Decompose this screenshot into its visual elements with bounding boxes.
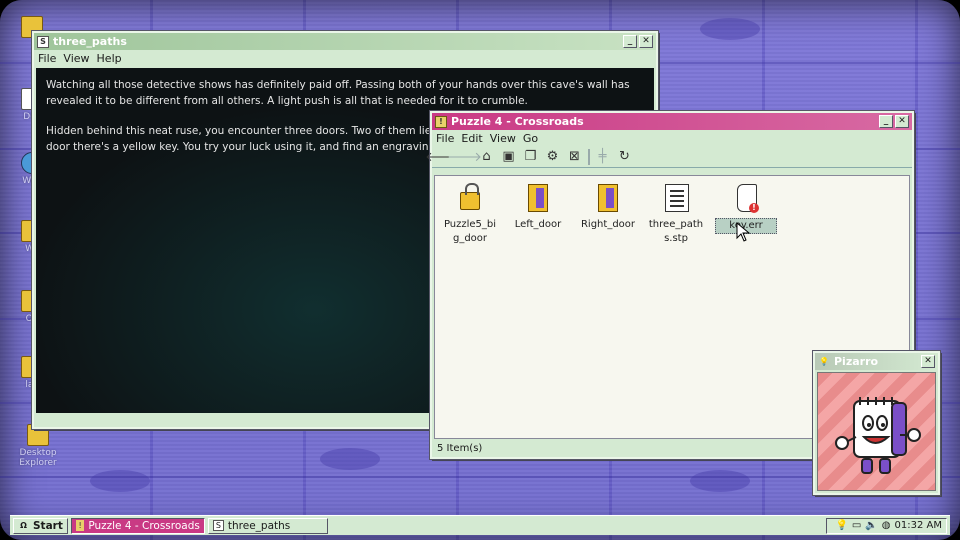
up-folder-icon[interactable]: ⌂	[478, 148, 495, 165]
menu-view[interactable]: View	[63, 52, 89, 65]
task-label: three_paths	[227, 519, 291, 532]
close-button[interactable]: ✕	[639, 35, 653, 48]
desktop: Doc Web Wa Op lay Desktop Explorer S thr…	[0, 0, 960, 540]
window-title: Pizarro	[834, 355, 879, 368]
pizarro-assistant-window[interactable]: 💡 Pizarro ✕	[812, 350, 941, 496]
story-paragraph: Watching all those detective shows has d…	[46, 79, 630, 107]
notepad-icon: S	[37, 35, 49, 48]
delete-icon[interactable]: ⊠	[566, 148, 583, 165]
window-title: Puzzle 4 - Crossroads	[451, 115, 584, 128]
notepad-mascot-icon	[835, 397, 921, 474]
file-name: Puzzle5_big_door	[443, 219, 497, 244]
desktop-icon-explorer[interactable]: Desktop Explorer	[10, 424, 66, 468]
file-name: three_paths.stp	[648, 219, 704, 244]
close-button[interactable]: ✕	[895, 115, 909, 128]
volume-icon[interactable]: 🔈	[865, 520, 877, 531]
notepad-icon: S	[212, 520, 224, 531]
refresh-icon[interactable]: ↻	[616, 148, 633, 165]
pizarro-character[interactable]	[817, 372, 936, 491]
file-name: Right_door	[580, 219, 636, 230]
file-item[interactable]: Right_door	[577, 182, 639, 232]
start-label: Start	[33, 519, 63, 532]
menu-go[interactable]: Go	[523, 132, 538, 145]
start-button[interactable]: Ω Start	[13, 517, 68, 534]
window-title: three_paths	[53, 35, 127, 48]
puzzle-folder-icon: !	[435, 115, 447, 128]
cut-icon[interactable]: ▣	[500, 148, 517, 165]
file-name: Left_door	[514, 219, 562, 230]
close-button[interactable]: ✕	[921, 355, 935, 368]
settings-icon[interactable]: ⚙	[544, 148, 561, 165]
display-icon[interactable]: ▭	[852, 520, 861, 531]
file-item[interactable]: Puzzle5_big_door	[439, 182, 501, 246]
mouse-cursor-icon	[736, 222, 751, 242]
menu-help[interactable]: Help	[97, 52, 122, 65]
clock: 01:32 AM	[894, 520, 942, 531]
lightbulb-icon[interactable]: 💡	[835, 520, 847, 531]
explorer-titlebar[interactable]: ! Puzzle 4 - Crossroads _ ✕	[432, 113, 912, 130]
error-file-icon	[732, 182, 760, 214]
task-label: Puzzle 4 - Crossroads	[88, 519, 200, 532]
properties-icon[interactable]: ╪	[594, 148, 611, 165]
minimize-button[interactable]: _	[879, 115, 893, 128]
puzzle-folder-icon: !	[75, 520, 85, 531]
text-window-titlebar[interactable]: S three_paths _ ✕	[34, 33, 656, 50]
pizarro-titlebar[interactable]: 💡 Pizarro ✕	[815, 353, 938, 370]
taskbar-item-three-paths[interactable]: S three_paths	[207, 517, 328, 534]
copy-icon[interactable]: ❐	[522, 148, 539, 165]
menu-file[interactable]: File	[38, 52, 56, 65]
taskbar: Ω Start ! Puzzle 4 - Crossroads S three_…	[10, 515, 950, 535]
network-icon[interactable]: ◍	[882, 520, 891, 531]
taskbar-item-puzzle[interactable]: ! Puzzle 4 - Crossroads	[70, 517, 205, 534]
folder-icon	[594, 182, 622, 214]
file-item[interactable]: three_paths.stp	[645, 182, 707, 246]
forward-arrow-icon[interactable]: 🡒	[447, 148, 482, 165]
locked-folder-icon	[456, 182, 484, 214]
text-file-icon	[662, 182, 690, 214]
menu-edit[interactable]: Edit	[461, 132, 482, 145]
lightbulb-icon: 💡	[819, 357, 829, 366]
menu-view[interactable]: View	[490, 132, 516, 145]
menu-file[interactable]: File	[436, 132, 454, 145]
menubar: File View Help	[34, 50, 656, 66]
folder-icon	[524, 182, 552, 214]
minimize-button[interactable]: _	[623, 35, 637, 48]
file-item[interactable]: Left_door	[507, 182, 569, 232]
system-tray: 💡 ▭ 🔈 ◍ 01:32 AM	[826, 517, 947, 534]
start-logo-icon: Ω	[20, 521, 27, 530]
menubar: File Edit View Go	[432, 130, 912, 146]
toolbar-separator	[588, 148, 590, 165]
toolbar: 🡐 🡒 ⌂ ▣ ❐ ⚙ ⊠ ╪ ↻	[425, 146, 912, 168]
